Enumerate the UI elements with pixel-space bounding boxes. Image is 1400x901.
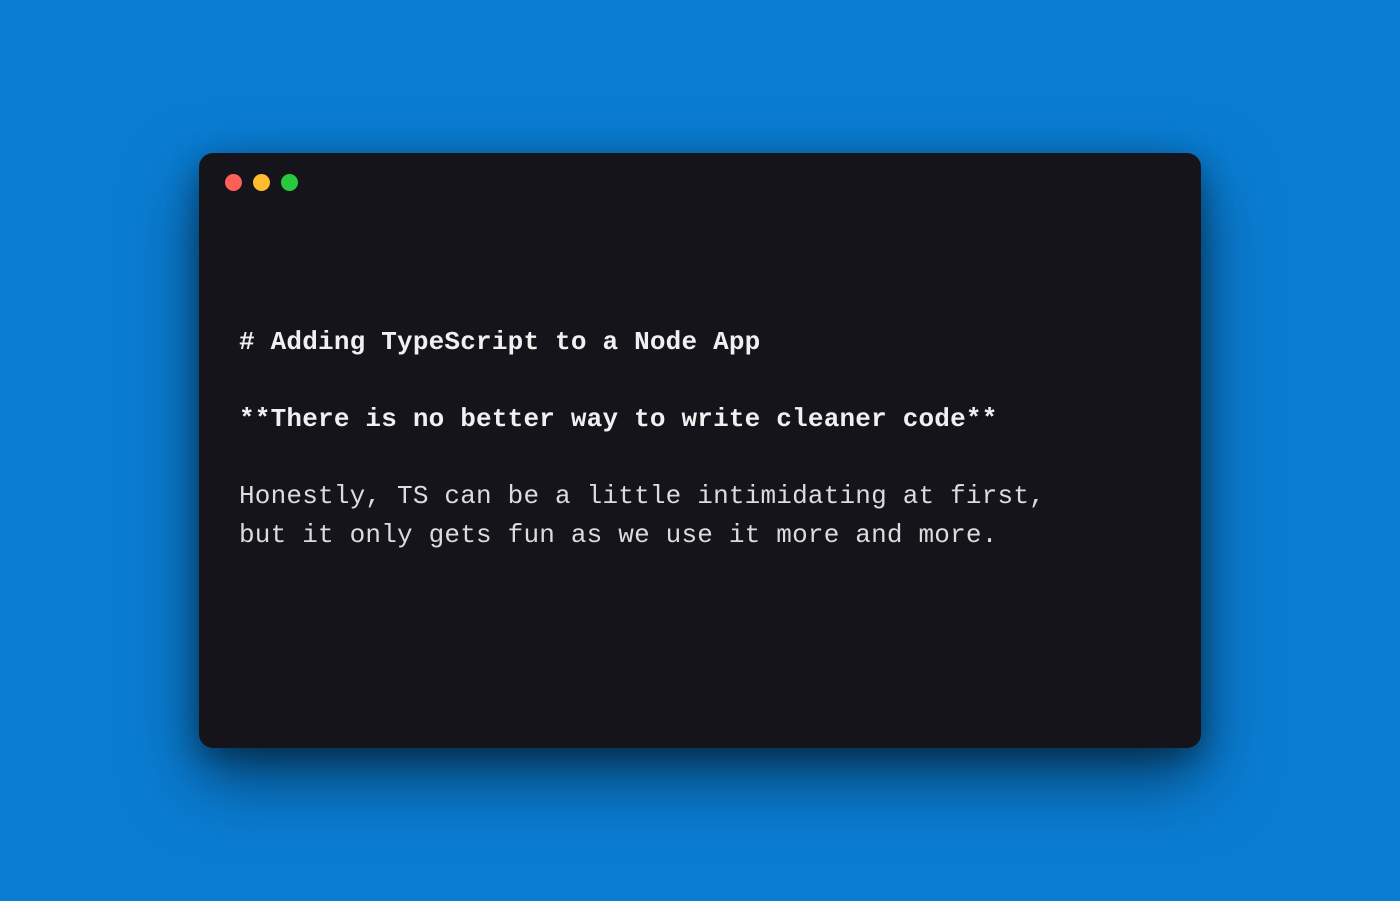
markdown-bold-line: **There is no better way to write cleane… — [239, 400, 1161, 439]
window-titlebar — [199, 153, 1201, 211]
markdown-body-line-2: but it only gets fun as we use it more a… — [239, 516, 1161, 555]
close-icon[interactable] — [225, 174, 242, 191]
minimize-icon[interactable] — [253, 174, 270, 191]
markdown-heading: # Adding TypeScript to a Node App — [239, 323, 1161, 362]
maximize-icon[interactable] — [281, 174, 298, 191]
terminal-window: # Adding TypeScript to a Node App **Ther… — [199, 153, 1201, 748]
editor-content: # Adding TypeScript to a Node App **Ther… — [199, 211, 1201, 595]
markdown-body-line-1: Honestly, TS can be a little intimidatin… — [239, 477, 1161, 516]
